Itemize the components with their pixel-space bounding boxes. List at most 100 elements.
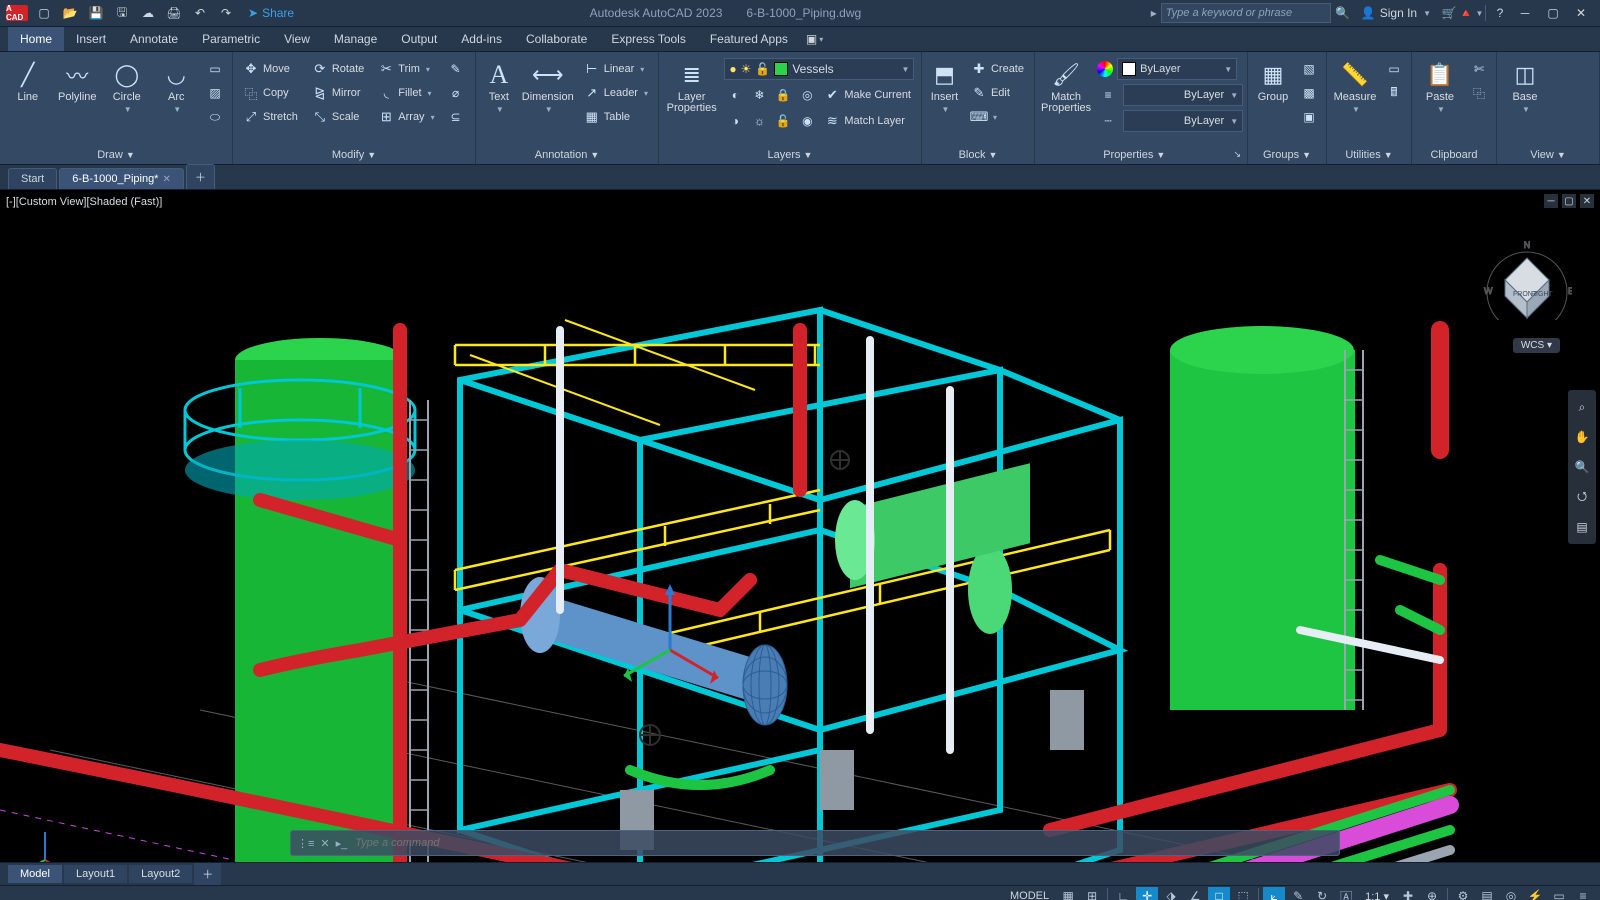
drawing-viewport[interactable]: [-][Custom View][Shaded (Fast)] ─ ▢ ✕	[0, 190, 1600, 862]
app-logo[interactable]: A CAD	[6, 5, 28, 21]
panel-clipboard-label[interactable]: Clipboard	[1418, 146, 1490, 164]
panel-modify-label[interactable]: Modify▼	[239, 146, 469, 164]
snap-icon[interactable]: ⊞	[1081, 887, 1103, 900]
help-icon[interactable]: ?	[1490, 3, 1510, 23]
ribbon-tab-addins[interactable]: Add-ins	[449, 27, 514, 51]
status-scale[interactable]: 1:1 ▾	[1359, 890, 1395, 900]
array-button[interactable]: ⊞Array▾	[374, 106, 438, 128]
osnap3d-icon[interactable]: ⬚	[1232, 887, 1254, 900]
table-button[interactable]: ▦Table	[580, 106, 652, 128]
command-input[interactable]	[353, 836, 1333, 850]
minimize-icon[interactable]: ─	[1512, 2, 1538, 24]
copy-clip-icon[interactable]: ⿻	[1468, 82, 1490, 104]
file-tab-start[interactable]: Start	[8, 168, 57, 189]
ribbon-tab-featuredapps[interactable]: Featured Apps	[698, 27, 800, 51]
ortho-icon[interactable]: ∟	[1112, 887, 1134, 900]
nav-wheel-icon[interactable]: ⌕	[1571, 394, 1593, 420]
layout-1[interactable]: Layout1	[64, 865, 127, 883]
qat-save-icon[interactable]: 💾	[86, 3, 106, 23]
select-all-icon[interactable]: ▭	[1383, 58, 1405, 80]
move-button[interactable]: ✥Move	[239, 58, 302, 80]
signin-button[interactable]: 👤 Sign In ▼	[1355, 3, 1437, 23]
ribbon-tab-home[interactable]: Home	[8, 27, 64, 51]
file-tab-active[interactable]: 6-B-1000_Piping* ✕	[59, 168, 184, 189]
qat-open-icon[interactable]: 📂	[60, 3, 80, 23]
qat-saveas-icon[interactable]: 🖫	[112, 3, 132, 23]
paste-button[interactable]: 📋Paste▼	[1418, 56, 1462, 146]
new-tab-button[interactable]: ＋	[186, 164, 215, 189]
stretch-button[interactable]: ⤢Stretch	[239, 106, 302, 128]
cleanscreen-icon[interactable]: ▭	[1548, 887, 1570, 900]
ribbon-tab-collaborate[interactable]: Collaborate	[514, 27, 599, 51]
make-current-button[interactable]: ✔Make Current	[820, 84, 915, 106]
search-input[interactable]: Type a keyword or phrase	[1161, 3, 1331, 23]
offset-icon[interactable]: ⊆	[445, 106, 467, 128]
search-go-icon[interactable]: 🔍	[1333, 3, 1353, 23]
nav-zoom-icon[interactable]: 🔍	[1571, 454, 1593, 480]
ribbon-tab-expresstools[interactable]: Express Tools	[599, 27, 697, 51]
linear-button[interactable]: ⊢Linear▾	[580, 58, 652, 80]
rotate-button[interactable]: ⟳Rotate	[308, 58, 368, 80]
layer-uniso-icon[interactable]: ◉	[796, 110, 818, 132]
qat-plot-icon[interactable]: 🖨	[164, 3, 184, 23]
ribbon-tab-annotate[interactable]: Annotate	[118, 27, 190, 51]
viewport-label[interactable]: [-][Custom View][Shaded (Fast)]	[6, 196, 162, 208]
ltype-combo[interactable]: ByLayer▼	[1123, 110, 1243, 132]
panel-properties-label[interactable]: Properties▼↘	[1041, 146, 1241, 164]
text-button[interactable]: AText▼	[482, 56, 516, 146]
customize-status-icon[interactable]: ≡	[1572, 887, 1594, 900]
circle-button[interactable]: ◯Circle▼	[105, 56, 149, 146]
dimension-button[interactable]: ⟷Dimension▼	[522, 56, 574, 146]
vp-close-icon[interactable]: ✕	[1580, 194, 1594, 208]
osnap-icon[interactable]: □	[1208, 887, 1230, 900]
nav-showmotion-icon[interactable]: ▤	[1571, 514, 1593, 540]
layer-off-icon[interactable]: ◐	[724, 84, 746, 106]
status-model[interactable]: MODEL	[1004, 890, 1055, 900]
ribbon-tab-output[interactable]: Output	[389, 27, 449, 51]
ribbon-tab-insert[interactable]: Insert	[64, 27, 118, 51]
vp-maximize-icon[interactable]: ▢	[1562, 194, 1576, 208]
layer-properties-button[interactable]: ≣Layer Properties	[665, 56, 718, 146]
layout-2[interactable]: Layout2	[129, 865, 192, 883]
panel-view-label[interactable]: View▼	[1503, 146, 1593, 164]
grid-icon[interactable]: ▦	[1057, 887, 1079, 900]
panel-layers-label[interactable]: Layers▼	[665, 146, 915, 164]
ltype-icon[interactable]: ┄	[1097, 110, 1119, 132]
panel-groups-label[interactable]: Groups▼	[1254, 146, 1320, 164]
rectangle-icon[interactable]: ▭	[204, 58, 226, 80]
layer-unlock-icon[interactable]: 🔓	[772, 110, 794, 132]
hardware-accel-icon[interactable]: ⚡	[1524, 887, 1546, 900]
otrack-icon[interactable]: ∠	[1184, 887, 1206, 900]
viewcube[interactable]: N E W S FRONT RIGHT	[1482, 230, 1572, 320]
arc-button[interactable]: ◡Arc▼	[155, 56, 199, 146]
cmdline-close-icon[interactable]: ✕	[320, 837, 329, 850]
isodraft-icon[interactable]: ⬗	[1160, 887, 1182, 900]
dyn-input-icon[interactable]: ✎	[1287, 887, 1309, 900]
ellipse-icon[interactable]: ⬭	[204, 106, 226, 128]
wcs-indicator[interactable]: WCS ▾	[1513, 338, 1560, 353]
cmdline-recent-icon[interactable]: ▸_	[336, 837, 348, 850]
isolate-icon[interactable]: ◎	[1500, 887, 1522, 900]
lweight-combo[interactable]: ByLayer▼	[1123, 84, 1243, 106]
edit-attr-button[interactable]: ⌨▾	[967, 106, 1028, 128]
qat-webmobile-icon[interactable]: ☁	[138, 3, 158, 23]
qat-redo-icon[interactable]: ↷	[216, 3, 236, 23]
layer-on-icon[interactable]: ◑	[724, 110, 746, 132]
nav-pan-icon[interactable]: ✋	[1571, 424, 1593, 450]
color-wheel-icon[interactable]	[1097, 61, 1113, 77]
qat-undo-icon[interactable]: ↶	[190, 3, 210, 23]
group-edit-icon[interactable]: ▩	[1298, 82, 1320, 104]
edit-block-button[interactable]: ✎Edit	[967, 82, 1028, 104]
panel-utilities-label[interactable]: Utilities▼	[1333, 146, 1405, 164]
explode-icon[interactable]: ⌀	[445, 82, 467, 104]
layer-freeze-icon[interactable]: ❄	[748, 84, 770, 106]
app-store-icon[interactable]: 🛒	[1439, 3, 1459, 23]
layout-model[interactable]: Model	[8, 865, 62, 883]
match-layer-button[interactable]: ≋Match Layer	[820, 110, 909, 132]
measure-button[interactable]: 📏Measure▼	[1333, 56, 1377, 146]
new-layout-button[interactable]: ＋	[194, 863, 221, 885]
base-view-button[interactable]: ◫Base▼	[1503, 56, 1547, 146]
share-button[interactable]: ➤ Share	[242, 3, 300, 23]
trim-button[interactable]: ✂Trim▾	[374, 58, 438, 80]
scale-button[interactable]: ⤡Scale	[308, 106, 368, 128]
